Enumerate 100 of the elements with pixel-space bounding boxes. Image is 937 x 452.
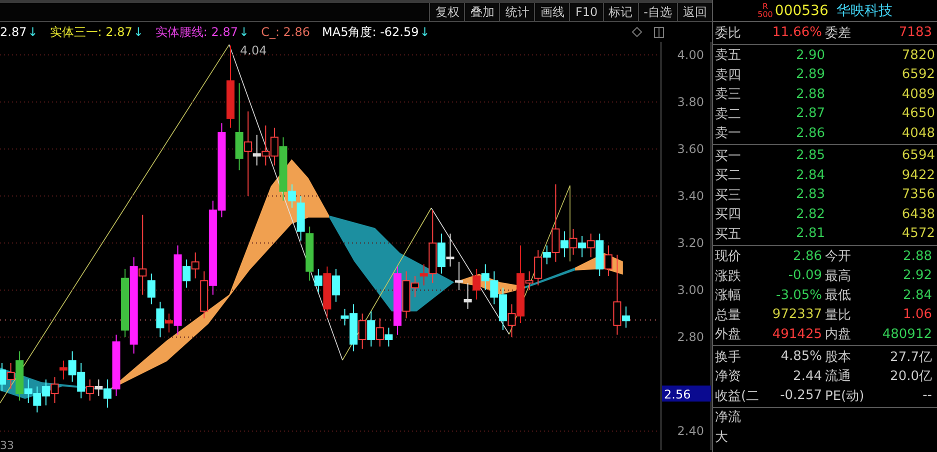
field-value: 7183: [898, 25, 933, 40]
candlestick: [569, 228, 578, 256]
diamond-icon[interactable]: [632, 27, 642, 37]
toolbar-button[interactable]: 标记: [602, 3, 638, 21]
field-value: 2.86: [792, 248, 823, 264]
market-label: R 500: [758, 2, 773, 18]
field-value: 972337: [771, 307, 823, 322]
order-volume: 4572: [900, 226, 935, 242]
candlestick: [103, 378, 112, 408]
candlestick: [508, 304, 516, 338]
field-label: 涨幅: [715, 287, 742, 304]
field-label: 涨跌: [715, 268, 742, 285]
toolbar-button[interactable]: F10: [569, 3, 603, 21]
candlestick: [542, 244, 551, 265]
field-label: 量比: [825, 306, 852, 324]
toolbar-button[interactable]: 叠加: [464, 3, 500, 21]
axis-label: 2.40: [677, 424, 704, 438]
field-label: 今开: [825, 248, 852, 266]
field-value: 491425: [771, 326, 823, 342]
field-label: 净资: [715, 368, 742, 386]
field-value: 2.92: [902, 268, 933, 284]
order-price: 2.85: [795, 148, 826, 164]
field-label: 外盘: [715, 326, 742, 344]
candlestick: [367, 310, 376, 348]
order-volume: 4650: [900, 106, 935, 122]
price-marker: [662, 386, 711, 402]
candlestick: [147, 273, 156, 305]
axis-label: 3.00: [677, 283, 704, 298]
toolbar-button[interactable]: -自选: [638, 3, 677, 21]
field-label: 净流: [715, 409, 742, 426]
order-volume: 9422: [900, 168, 935, 183]
field-label: 大: [715, 428, 729, 446]
candlestick: [534, 250, 542, 286]
indicator-legend: 实体腰线: 2.87↓: [155, 24, 250, 40]
candlestick: [244, 110, 252, 197]
panel-icon[interactable]: [654, 26, 664, 38]
peak-label: 4.04: [240, 44, 267, 58]
field-label: 收益(二: [715, 388, 760, 405]
axis-label: 3.40: [677, 189, 704, 204]
indicator-band: [525, 268, 575, 288]
field-value: 27.7亿: [889, 348, 933, 366]
candlestick: [578, 236, 586, 258]
field-value: 11.66%: [771, 25, 823, 40]
order-volume: 6592: [900, 67, 935, 82]
stock-code: 000536: [774, 2, 828, 18]
order-level-label: 卖三: [715, 86, 742, 104]
candlestick: [332, 268, 340, 302]
order-price: 2.82: [795, 206, 826, 222]
field-value: 1.06: [902, 307, 933, 322]
candlestick: [420, 264, 428, 286]
candlestick: [464, 282, 472, 310]
field-value: 2.84: [902, 288, 933, 303]
field-value: 4.85%: [780, 349, 823, 364]
field-label: 股本: [825, 348, 852, 366]
candlestick: [552, 184, 560, 262]
candlestick: [50, 376, 59, 404]
candlestick: [191, 252, 200, 279]
candlestick: [525, 270, 534, 291]
field-value: -0.09: [787, 268, 823, 284]
field-label: 内盘: [825, 326, 852, 344]
order-price: 2.86: [795, 126, 826, 141]
field-label: 最低: [825, 287, 852, 304]
toolbar-button[interactable]: 统计: [499, 3, 534, 21]
toolbar-button[interactable]: 返回: [677, 3, 712, 21]
toolbar-button[interactable]: 画线: [534, 3, 570, 21]
candlestick: [455, 261, 464, 291]
indicator-legend: MA5角度: -62.59↓: [322, 24, 430, 40]
axis-label: 2.80: [677, 330, 704, 344]
order-level-label: 卖一: [715, 125, 742, 142]
toolbar-button[interactable]: 复权: [429, 3, 464, 21]
order-volume: 6438: [900, 206, 935, 222]
candlestick: [472, 268, 481, 300]
candlestick: [358, 313, 366, 350]
field-value: 20.0亿: [889, 368, 933, 386]
field-value: -3.05%: [775, 288, 823, 303]
axis-label: 3.80: [677, 94, 704, 109]
order-volume: 7356: [900, 187, 935, 202]
order-volume: 4089: [900, 86, 935, 102]
order-level-label: 卖四: [715, 66, 742, 84]
order-level-label: 卖五: [715, 47, 742, 64]
candlestick: [182, 259, 191, 288]
order-price: 2.89: [795, 67, 826, 82]
candlestick: [60, 360, 68, 380]
candlestick: [560, 230, 568, 258]
candlestick: [252, 134, 261, 166]
field-label: 最高: [825, 268, 852, 285]
order-volume: 6594: [900, 148, 935, 164]
axis-label: 33: [0, 439, 14, 450]
field-value: 2.88: [902, 248, 933, 264]
order-price: 2.90: [795, 48, 826, 63]
field-value: 480912: [881, 326, 933, 342]
indicator-legend: C_: 2.86: [261, 25, 310, 39]
candlestick: [86, 378, 94, 402]
field-label: 委差: [825, 24, 852, 42]
candlestick: [376, 318, 384, 348]
candlestick: [604, 244, 612, 276]
candlestick: [94, 378, 103, 396]
candlestick: [314, 268, 322, 293]
candlestick: [164, 313, 173, 333]
order-price: 2.83: [795, 187, 826, 202]
